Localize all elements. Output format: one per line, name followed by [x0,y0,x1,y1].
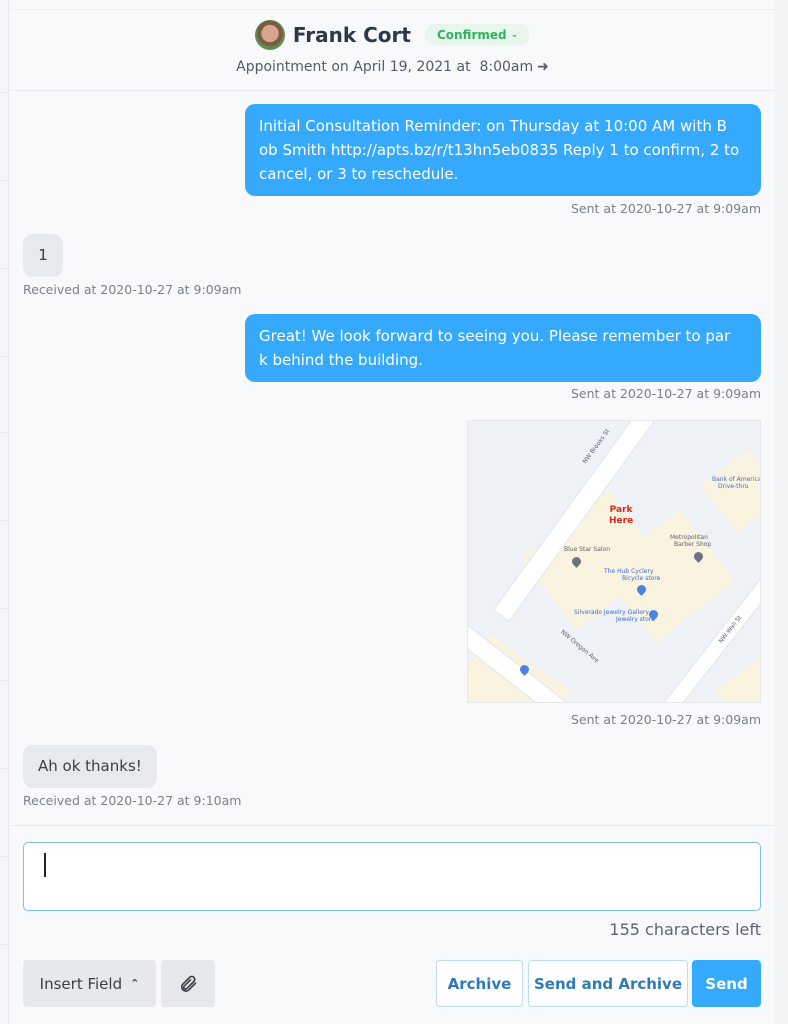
message-line: Initial Consultation Reminder: on Thursd… [259,117,727,135]
divider [0,768,9,769]
conversation-panel: Frank Cort Confirmed ⌄ Appointment on Ap… [10,0,775,1024]
text-cursor [44,853,46,877]
message-timestamp: Received at 2020-10-27 at 9:10am [23,793,242,808]
place-label: Bank of America [712,476,761,483]
message-line: Great! We look forward to seeing you. Pl… [259,327,731,345]
message-timestamp: Sent at 2020-10-27 at 9:09am [570,712,761,727]
place-label: Silverado Jewelry Gallery [574,609,649,616]
conversation-header: Frank Cort Confirmed ⌄ Appointment on Ap… [10,10,775,91]
contact-name[interactable]: Frank Cort [293,23,411,47]
divider [0,356,9,357]
scrollbar-track[interactable] [774,0,788,1024]
message-line: cancel, or 3 to reschedule. [259,165,459,183]
message-input[interactable] [23,842,761,911]
divider [0,432,9,433]
divider [10,825,775,826]
street-label: NW Oregon Ave [559,628,600,665]
attach-button[interactable] [161,960,215,1007]
park-label-line: Park [609,505,633,515]
archive-button[interactable]: Archive [436,960,523,1007]
chevron-down-icon: ⌄ [510,30,519,40]
arrow-right-icon: ➜ [537,59,549,75]
status-badge[interactable]: Confirmed ⌄ [424,24,531,46]
appointment-text: Appointment on April 19, 2021 at 8:00am [236,59,534,75]
place-label: Metropolitan [670,534,708,541]
send-button[interactable]: Send [692,960,761,1007]
send-and-archive-button[interactable]: Send and Archive [528,960,688,1007]
message-line: ob Smith http://apts.bz/r/t13hn5eb0835 R… [259,141,740,159]
map-image-attachment[interactable]: NW Brooks St NW Oregon Ave NW Wall St Ba… [467,420,761,703]
appointment-link[interactable]: Appointment on April 19, 2021 at 8:00am ➜ [10,59,775,75]
map-block [700,448,760,534]
character-counter: 155 characters left [609,920,761,939]
status-label: Confirmed [436,28,507,42]
divider [0,92,9,93]
message-timestamp: Received at 2020-10-27 at 9:09am [23,282,242,297]
message-timestamp: Sent at 2020-10-27 at 9:09am [570,201,761,216]
message-bubble-incoming: Ah ok thanks! [23,745,157,788]
divider [0,608,9,609]
message-bubble-outgoing: Great! We look forward to seeing you. Pl… [245,314,761,382]
avatar [254,20,285,50]
message-timestamp: Sent at 2020-10-27 at 9:09am [570,386,761,401]
chevron-up-icon: ⌃ [130,977,140,990]
divider [0,680,9,681]
message-bubble-incoming: 1 [23,234,63,277]
paperclip-icon [180,975,197,992]
place-label: Barber Shop [674,541,712,548]
insert-field-label: Insert Field [39,974,123,993]
divider [0,856,9,857]
park-here-label: Park Here [609,505,633,527]
park-label-line: Here [609,516,634,526]
insert-field-button[interactable]: Insert Field ⌃ [23,960,156,1007]
map-block [715,653,760,702]
place-label: The Hub Cyclery [604,568,654,575]
message-bubble-outgoing: Initial Consultation Reminder: on Thursd… [245,104,761,196]
divider [0,268,9,269]
divider [0,180,9,181]
divider [0,944,9,945]
divider [0,520,9,521]
message-line: k behind the building. [259,351,423,369]
place-label: Blue Star Salon [564,546,611,553]
place-label: Bicycle store [622,575,661,582]
left-sidebar-edge [0,0,9,1024]
place-label: Drive-thru [718,483,749,490]
